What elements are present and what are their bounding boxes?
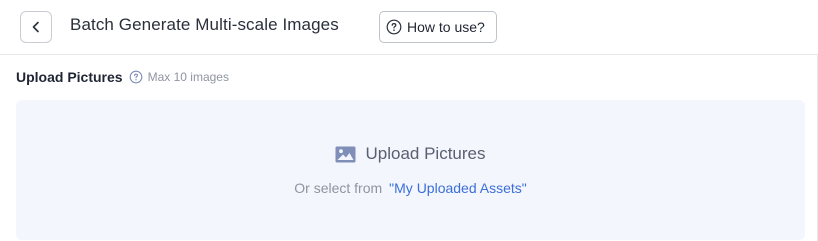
upload-section-header: Upload Pictures Max 10 images: [16, 69, 229, 85]
max-images-note: Max 10 images: [147, 70, 229, 84]
image-icon: [335, 146, 356, 163]
question-circle-icon[interactable]: [129, 70, 143, 84]
how-to-use-button[interactable]: How to use?: [379, 11, 497, 43]
how-to-use-label: How to use?: [407, 19, 485, 35]
back-button[interactable]: [20, 11, 52, 43]
chevron-left-icon: [30, 21, 42, 33]
dropzone-subtext: Or select from "My Uploaded Assets": [16, 180, 805, 196]
select-from-text: Or select from: [294, 180, 383, 196]
header-divider: [0, 54, 818, 55]
section-title: Upload Pictures: [16, 69, 123, 85]
page-title: Batch Generate Multi-scale Images: [70, 15, 339, 34]
dropzone-main: Upload Pictures: [16, 144, 805, 164]
page-header: Batch Generate Multi-scale Images How to…: [0, 0, 818, 54]
my-uploaded-assets-link[interactable]: "My Uploaded Assets": [389, 180, 527, 196]
upload-dropzone[interactable]: Upload Pictures Or select from "My Upload…: [16, 100, 805, 240]
question-circle-icon: [386, 19, 402, 35]
dropzone-label: Upload Pictures: [365, 144, 486, 163]
